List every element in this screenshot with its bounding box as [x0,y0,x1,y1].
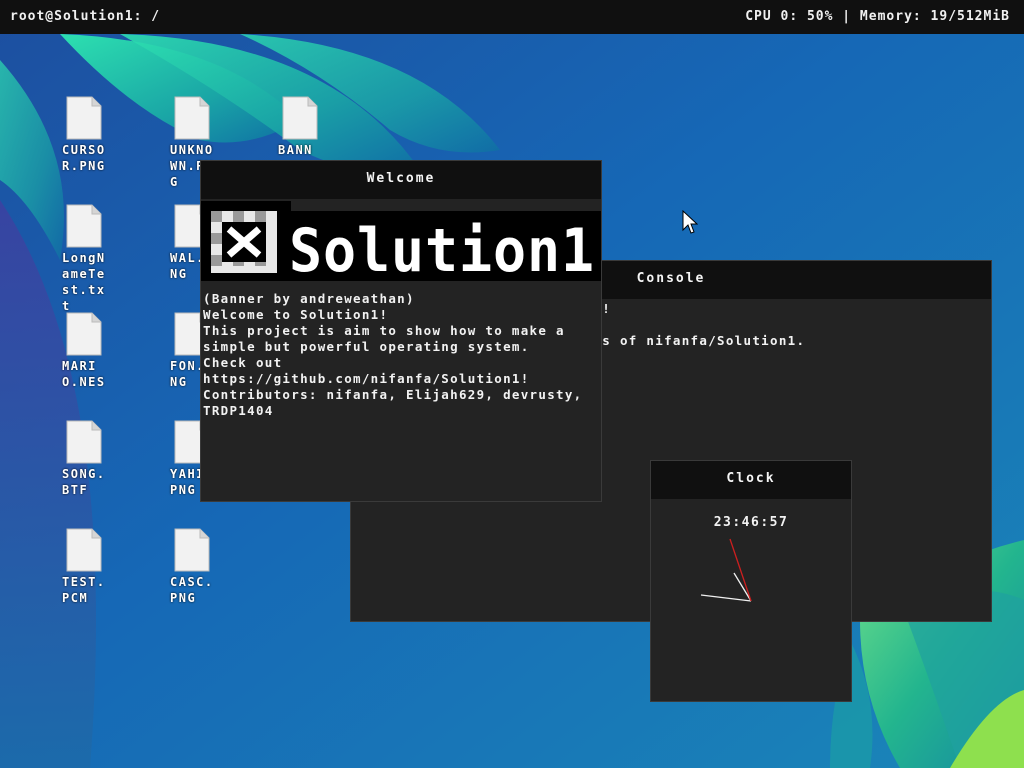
analog-clock-face [700,538,752,602]
clock-title-bar[interactable]: Clock [651,461,851,499]
welcome-message: (Banner by andreweathan) Welcome to Solu… [203,291,583,418]
desktop-icon-cursor-png[interactable]: CURSOR.PNG [62,96,118,174]
second-hand [729,538,752,602]
minute-hand [700,594,752,602]
file-icon [174,96,210,140]
welcome-title-bar[interactable]: Welcome [201,161,601,199]
desktop-icon-label: MARIO.NES [62,359,106,389]
solution1-banner-logo: Solution1 [201,201,601,281]
file-icon [66,528,102,572]
file-icon [66,420,102,464]
mouse-cursor-icon [682,210,698,234]
desktop-icon-casc-png[interactable]: CASC.PNG [170,528,226,606]
shell-prompt: root@Solution1: / [10,9,161,24]
desktop-icon-mario-nes[interactable]: MARIO.NES [62,312,118,390]
desktop-icon-label: SONG.BTF [62,467,106,497]
checker-logo-icon [211,211,277,273]
file-icon [66,312,102,356]
file-icon [282,96,318,140]
system-status: CPU 0: 50% | Memory: 19/512MiB [745,9,1010,24]
welcome-window[interactable]: Welcome Solution1 (Banner by andreweatha… [200,160,602,502]
desktop-icon-label: TEST.PCM [62,575,106,605]
file-icon [174,528,210,572]
desktop-icon-label: BANN [278,143,313,157]
desktop-icon-label: LongNameTest.txt [62,251,106,313]
desktop-icon-banner[interactable]: BANN [278,96,334,158]
desktop-icon-test-pcm[interactable]: TEST.PCM [62,528,118,606]
file-icon [66,204,102,248]
desktop-icon-longnametest-txt[interactable]: LongNameTest.txt [62,204,118,314]
desktop-icon-song-btf[interactable]: SONG.BTF [62,420,118,498]
desktop-icon-label: CASC.PNG [170,575,214,605]
file-icon [66,96,102,140]
desktop-icon-label: CURSOR.PNG [62,143,106,173]
clock-window[interactable]: Clock 23:46:57 [650,460,852,702]
top-bar: root@Solution1: / CPU 0: 50% | Memory: 1… [0,0,1024,34]
svg-text:Solution1: Solution1 [289,216,595,281]
